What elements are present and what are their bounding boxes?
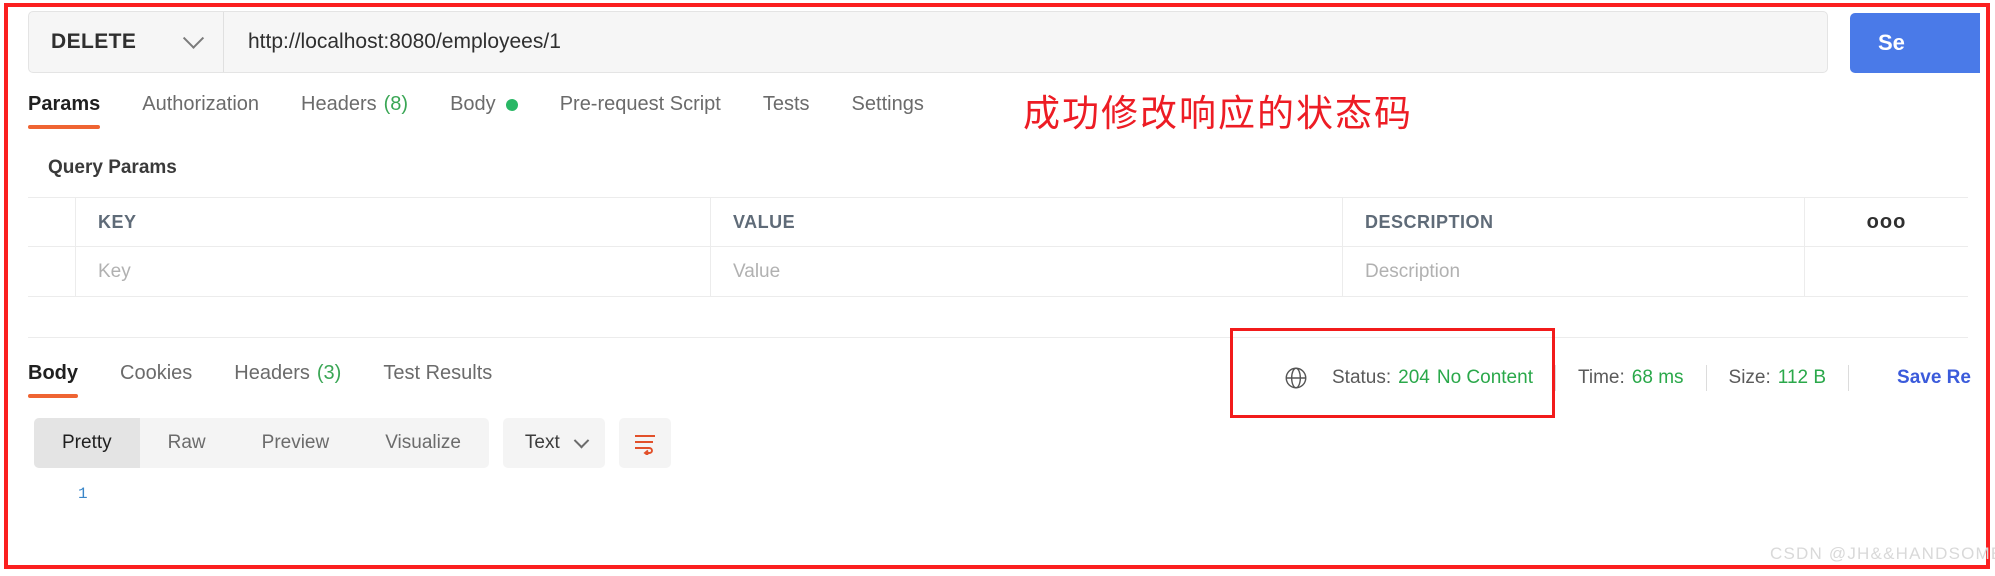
meta-divider-2	[1705, 365, 1707, 391]
response-tab-headers[interactable]: Headers (3)	[234, 362, 341, 398]
tab-pre-request-script-label: Pre-request Script	[559, 93, 721, 115]
tab-settings-label: Settings	[851, 93, 924, 115]
status-label: Status:	[1332, 367, 1392, 388]
view-mode-pretty[interactable]: Pretty	[34, 418, 140, 468]
response-tab-test-results-label: Test Results	[383, 362, 493, 384]
content-type-label: Text	[524, 432, 560, 453]
query-params-table: KEY VALUE DESCRIPTION ooo Key Value Desc…	[28, 197, 1968, 297]
response-tab-headers-label: Headers	[234, 362, 310, 384]
query-params-title: Query Params	[48, 157, 177, 178]
time-value: 68 ms	[1631, 367, 1684, 388]
word-wrap-icon	[634, 435, 655, 455]
tab-body[interactable]: Body	[450, 93, 518, 129]
tab-params-label: Params	[28, 93, 101, 115]
row-description-input[interactable]: Description	[1343, 247, 1804, 296]
http-method-dropdown[interactable]: DELETE	[29, 12, 224, 72]
row-checkbox-cell[interactable]	[28, 247, 76, 296]
header-checkbox-cell	[28, 198, 76, 246]
row-key-input[interactable]: Key	[76, 247, 710, 296]
chevron-down-icon	[182, 27, 205, 49]
table-row: Key Value Description	[28, 247, 1968, 297]
response-tab-body-label: Body	[28, 362, 78, 384]
header-key: KEY	[98, 211, 137, 232]
globe-icon	[1285, 367, 1307, 389]
tab-authorization-label: Authorization	[142, 93, 260, 115]
view-mode-group: Pretty Raw Preview Visualize	[34, 418, 489, 468]
response-tabs: Body Cookies Headers (3) Test Results	[28, 362, 534, 398]
row-options-cell	[1805, 247, 1968, 296]
tab-tests[interactable]: Tests	[763, 93, 810, 129]
header-value: VALUE	[733, 211, 796, 232]
response-tab-cookies[interactable]: Cookies	[120, 362, 192, 398]
code-line-number: 1	[78, 485, 88, 503]
response-tab-test-results[interactable]: Test Results	[383, 362, 492, 398]
request-url-input[interactable]: http://localhost:8080/employees/1	[224, 30, 1827, 54]
view-mode-raw[interactable]: Raw	[140, 418, 234, 468]
response-tab-body[interactable]: Body	[28, 362, 78, 398]
tab-authorization[interactable]: Authorization	[142, 93, 259, 129]
body-indicator-dot-icon	[505, 98, 518, 111]
tab-tests-label: Tests	[762, 93, 810, 115]
response-tab-cookies-label: Cookies	[120, 362, 193, 384]
table-header-row: KEY VALUE DESCRIPTION ooo	[28, 197, 1968, 247]
tab-settings[interactable]: Settings	[852, 93, 924, 129]
time-item: Time: 68 ms	[1578, 367, 1684, 389]
tab-headers-label: Headers	[301, 93, 377, 115]
request-url-row: DELETE http://localhost:8080/employees/1…	[28, 11, 1980, 73]
status-text: No Content	[1436, 367, 1533, 388]
table-options-icon[interactable]: ooo	[1867, 211, 1907, 234]
header-description: DESCRIPTION	[1365, 211, 1494, 232]
meta-divider-3	[1848, 365, 1850, 391]
status-code: 204	[1398, 367, 1430, 388]
tab-headers[interactable]: Headers (8)	[301, 93, 408, 129]
url-input-group: DELETE http://localhost:8080/employees/1	[28, 11, 1828, 73]
annotation-text: 成功修改响应的状态码	[1023, 92, 1413, 135]
status-item: Status: 204 No Content	[1332, 367, 1533, 389]
tab-params[interactable]: Params	[28, 93, 101, 129]
http-method-label: DELETE	[51, 30, 137, 53]
tab-pre-request-script[interactable]: Pre-request Script	[560, 93, 721, 129]
size-label: Size:	[1728, 367, 1771, 388]
request-tabs: Params Authorization Headers (8) Body Pr…	[28, 93, 966, 137]
time-label: Time:	[1577, 367, 1625, 388]
postman-screenshot: DELETE http://localhost:8080/employees/1…	[0, 0, 1995, 576]
response-body-toolbar: Pretty Raw Preview Visualize Text	[34, 418, 671, 468]
row-value-input[interactable]: Value	[711, 247, 1342, 296]
chevron-down-icon	[573, 432, 590, 448]
meta-divider-1	[1554, 365, 1556, 391]
save-response-button[interactable]: Save Re	[1897, 367, 1971, 389]
size-value: 112 B	[1777, 367, 1827, 388]
content-type-dropdown[interactable]: Text	[502, 418, 605, 468]
postman-app: DELETE http://localhost:8080/employees/1…	[8, 7, 1986, 565]
response-tab-headers-count: (3)	[316, 362, 342, 384]
watermark-text: CSDN @JH&&HANDSOME	[1770, 544, 1995, 563]
view-mode-preview[interactable]: Preview	[234, 418, 358, 468]
tab-headers-count: (8)	[383, 93, 409, 115]
response-meta-bar: Status: 204 No Content Time: 68 ms Size:…	[1283, 365, 1971, 391]
word-wrap-button[interactable]	[618, 418, 671, 468]
view-mode-visualize[interactable]: Visualize	[357, 418, 489, 468]
size-item: Size: 112 B	[1729, 367, 1827, 389]
tab-body-label: Body	[450, 93, 496, 115]
response-divider	[28, 337, 1968, 338]
send-button[interactable]: Se	[1850, 13, 1980, 73]
